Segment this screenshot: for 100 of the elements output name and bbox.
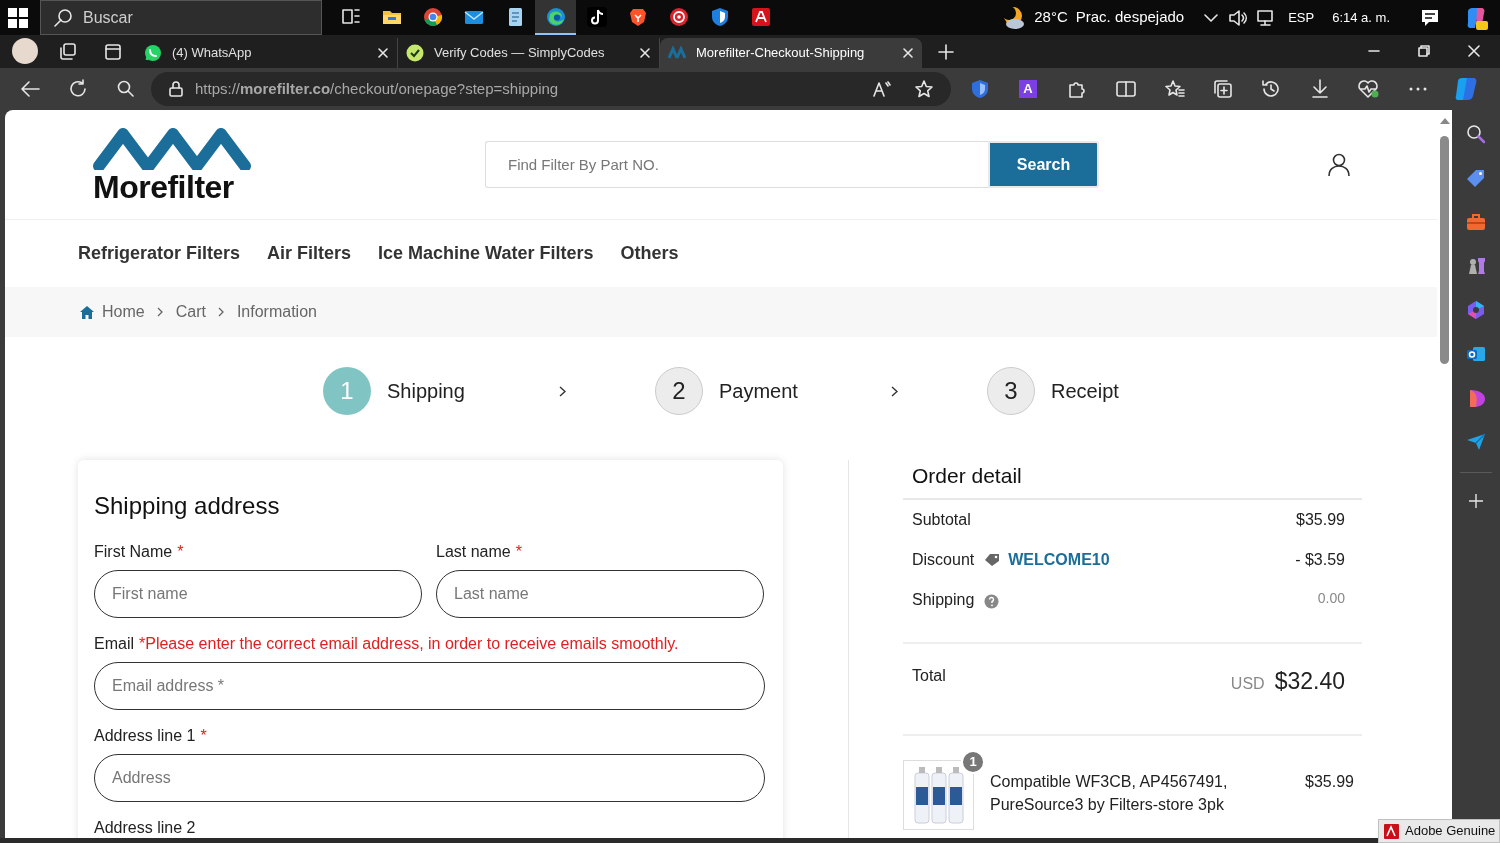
edge-browser-icon — [544, 5, 567, 28]
step-label: Shipping — [387, 379, 465, 404]
summary-value: - $3.59 — [1295, 549, 1346, 570]
toolbox-icon[interactable] — [1466, 212, 1486, 232]
address-bar[interactable]: https://morefilter.co/checkout/onepage?step=shipping — [151, 72, 951, 106]
read-aloud-icon[interactable] — [873, 81, 891, 97]
form-title: Shipping address — [94, 491, 281, 521]
field-note: *Please enter the correct email address, in order to receive emails smoothly. — [139, 634, 679, 654]
summary-label: Subtotal — [912, 509, 971, 530]
checkmark-badge-icon — [406, 44, 424, 62]
field-label: Address line 1 — [94, 726, 196, 746]
summary-label: Discount — [912, 549, 975, 570]
chevron-up-icon[interactable] — [1204, 12, 1219, 23]
tag-icon[interactable] — [1466, 168, 1486, 188]
scrollbar-thumb[interactable] — [1440, 136, 1449, 364]
close-icon[interactable] — [1468, 45, 1480, 57]
mail-app-icon[interactable] — [1466, 344, 1486, 364]
close-icon[interactable] — [377, 47, 389, 59]
puzzle-piece-icon[interactable] — [1067, 79, 1087, 99]
home-icon — [80, 305, 94, 319]
help-icon[interactable] — [984, 593, 1000, 609]
filter-cartridges-drawing — [912, 765, 965, 825]
heart-pulse-icon[interactable] — [1357, 79, 1379, 99]
music-note-icon — [585, 5, 608, 28]
clock-time[interactable]: 6:14 a. m. — [1332, 7, 1390, 28]
chevron-right-icon — [559, 385, 566, 397]
chess-pieces-icon[interactable] — [1466, 256, 1486, 276]
step-label: Receipt — [1051, 379, 1119, 404]
reload-icon[interactable] — [68, 79, 88, 99]
breadcrumb-link[interactable]: Home — [102, 300, 145, 324]
shield-icon[interactable] — [971, 79, 989, 99]
chevron-right-icon — [891, 385, 898, 397]
notification-icon[interactable] — [1420, 7, 1440, 28]
breadcrumb-link[interactable]: Cart — [175, 300, 206, 324]
browser-tab[interactable]: Morefilter-Checkout-Shipping — [660, 38, 922, 68]
weather-text: Prac. despejado — [1075, 7, 1185, 28]
nav-link[interactable]: Ice Machine Water Filters — [378, 240, 594, 267]
lock-icon — [169, 81, 183, 97]
product-name[interactable]: Compatible WF3CB, AP4567491, PureSource3 by Filters-store 3pk — [990, 770, 1260, 816]
restore-icon[interactable] — [1418, 45, 1430, 57]
required-mark: * — [515, 542, 522, 562]
profile-avatar[interactable] — [12, 38, 38, 64]
mountain-logo-icon — [93, 125, 251, 170]
input-field[interactable]: First name — [94, 570, 422, 618]
field-label: Email — [94, 634, 134, 654]
split-screen-icon[interactable] — [1116, 80, 1136, 98]
weather-temperature: 28°C — [1034, 7, 1068, 28]
more-options-icon[interactable] — [1409, 87, 1427, 91]
field-label: Last name — [436, 542, 511, 562]
total-amount: $32.40 — [1274, 666, 1345, 696]
tag-icon — [984, 552, 1001, 567]
document-app-icon — [749, 5, 772, 28]
windows-start-icon[interactable] — [8, 7, 28, 28]
notification-toast[interactable]: Adobe Genuine — [1378, 819, 1500, 843]
breadcrumb-link[interactable]: Information — [236, 300, 317, 324]
close-icon[interactable] — [639, 47, 651, 59]
tab-actions-icon[interactable] — [104, 43, 122, 61]
collections-icon[interactable] — [1213, 79, 1233, 99]
scroll-up-arrow-icon[interactable] — [1439, 118, 1450, 124]
search-icon[interactable] — [1466, 124, 1486, 144]
download-icon[interactable] — [1311, 79, 1329, 99]
required-mark: * — [177, 542, 184, 562]
site-logo[interactable]: Morefilter — [93, 125, 253, 204]
currency-code: USD — [1230, 673, 1265, 694]
swirl-logo-icon[interactable] — [1466, 300, 1486, 320]
discount-code: WELCOME10 — [1008, 549, 1110, 570]
taskbar-app-button[interactable] — [535, 0, 576, 35]
input-field[interactable]: Email address * — [94, 662, 765, 710]
field-label: Address line 2 — [94, 818, 196, 838]
add-icon[interactable] — [1468, 493, 1484, 509]
nav-link[interactable]: Air Filters — [267, 240, 352, 267]
summary-value: $35.99 — [1296, 509, 1346, 530]
browser-ball-icon — [421, 5, 444, 28]
search-icon — [53, 7, 73, 28]
search-icon[interactable] — [117, 80, 135, 98]
close-icon[interactable] — [902, 47, 914, 59]
favorites-icon[interactable] — [1165, 80, 1185, 98]
user-icon[interactable] — [1327, 152, 1351, 177]
new-tab-icon[interactable] — [938, 44, 954, 60]
paper-plane-icon[interactable] — [1466, 432, 1486, 452]
input-field[interactable]: Last name — [436, 570, 764, 618]
chevron-right-icon — [217, 307, 225, 317]
search-button[interactable]: Search — [988, 141, 1099, 188]
speaker-icon[interactable] — [1228, 8, 1249, 27]
language-indicator[interactable]: ESP — [1288, 7, 1315, 28]
field-label: First Name — [94, 542, 173, 562]
workspaces-icon[interactable] — [58, 42, 78, 62]
step-label: Payment — [719, 379, 798, 404]
taskbar-search-field[interactable]: Buscar — [40, 0, 322, 35]
back-arrow-icon[interactable] — [20, 80, 40, 98]
nav-link[interactable]: Refrigerator Filters — [78, 240, 241, 267]
extension-button[interactable]: A — [1019, 80, 1037, 98]
nav-link[interactable]: Others — [620, 240, 679, 267]
document-app-icon — [1384, 823, 1399, 839]
star-icon[interactable] — [915, 80, 933, 98]
search-field[interactable]: Find Filter By Part NO. — [485, 141, 988, 188]
input-field[interactable]: Address — [94, 754, 765, 802]
chat-bubble-icon — [144, 44, 162, 62]
ring-icon — [667, 5, 690, 28]
history-icon[interactable] — [1261, 79, 1281, 99]
